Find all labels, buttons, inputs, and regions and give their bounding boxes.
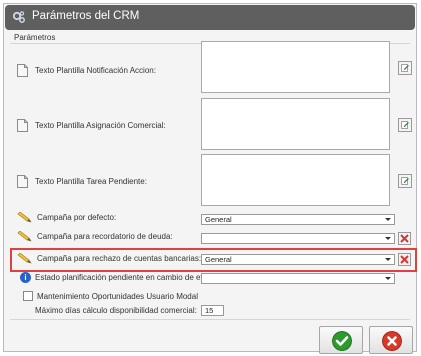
title-bar: Parámetros del CRM: [5, 5, 415, 30]
campana-rechazo-value: General: [205, 255, 232, 264]
estado-planificacion-label: Estado planificación pendiente en cambio…: [35, 273, 219, 282]
estado-planificacion-select[interactable]: [201, 273, 395, 284]
window-title: Parámetros del CRM: [32, 10, 140, 22]
campana-rechazo-select[interactable]: General: [201, 254, 395, 265]
edit-template-tarea-button[interactable]: [398, 174, 412, 188]
accept-button[interactable]: [319, 326, 363, 354]
document-icon: [17, 64, 28, 77]
info-icon: i: [20, 272, 31, 283]
campana-defecto-label: Campaña por defecto:: [37, 213, 117, 222]
template-notificacion-label: Texto Plantilla Notificación Accion:: [35, 66, 156, 75]
campana-defecto-select[interactable]: General: [201, 214, 395, 225]
chevron-down-icon: [385, 258, 391, 261]
clear-campana-recordatorio-button[interactable]: [398, 232, 411, 245]
chevron-down-icon: [385, 237, 391, 240]
document-icon: [17, 175, 28, 188]
template-asignacion-label: Texto Plantilla Asignación Comercial:: [35, 121, 166, 130]
pencil-icon: [17, 212, 32, 223]
campana-defecto-value: General: [205, 215, 232, 224]
cancel-button[interactable]: [369, 326, 413, 354]
edit-template-asignacion-button[interactable]: [398, 118, 412, 132]
clear-campana-rechazo-button[interactable]: [398, 253, 411, 266]
pencil-icon: [17, 231, 32, 242]
checkmark-icon: [332, 331, 352, 351]
footer-divider: [10, 319, 410, 320]
maximo-dias-input[interactable]: 15: [201, 305, 224, 316]
campana-recordatorio-select[interactable]: [201, 233, 395, 244]
close-icon: [382, 331, 402, 351]
maximo-dias-label: Máximo días cálculo disponibilidad comer…: [35, 306, 197, 315]
edit-template-notificacion-button[interactable]: [398, 61, 412, 75]
pencil-icon: [17, 253, 32, 264]
group-label: Parámetros: [14, 33, 56, 42]
crm-parameters-window: Parámetros del CRM Parámetros Texto Plan…: [3, 3, 417, 354]
template-asignacion-textarea[interactable]: [201, 98, 390, 150]
template-tarea-label: Texto Plantilla Tarea Pendiente:: [35, 177, 147, 186]
template-tarea-textarea[interactable]: [201, 154, 390, 206]
document-icon: [17, 119, 28, 132]
template-notificacion-textarea[interactable]: [201, 41, 390, 93]
chevron-down-icon: [385, 218, 391, 221]
mantenimiento-checkbox[interactable]: [23, 291, 33, 301]
gears-icon: [12, 11, 25, 23]
campana-rechazo-label: Campaña para rechazo de cuentas bancaria…: [37, 254, 202, 263]
chevron-down-icon: [385, 277, 391, 280]
mantenimiento-label: Mantenimiento Oportunidades Usuario Moda…: [37, 292, 198, 301]
campana-recordatorio-label: Campaña para recordatorio de deuda:: [37, 232, 173, 241]
